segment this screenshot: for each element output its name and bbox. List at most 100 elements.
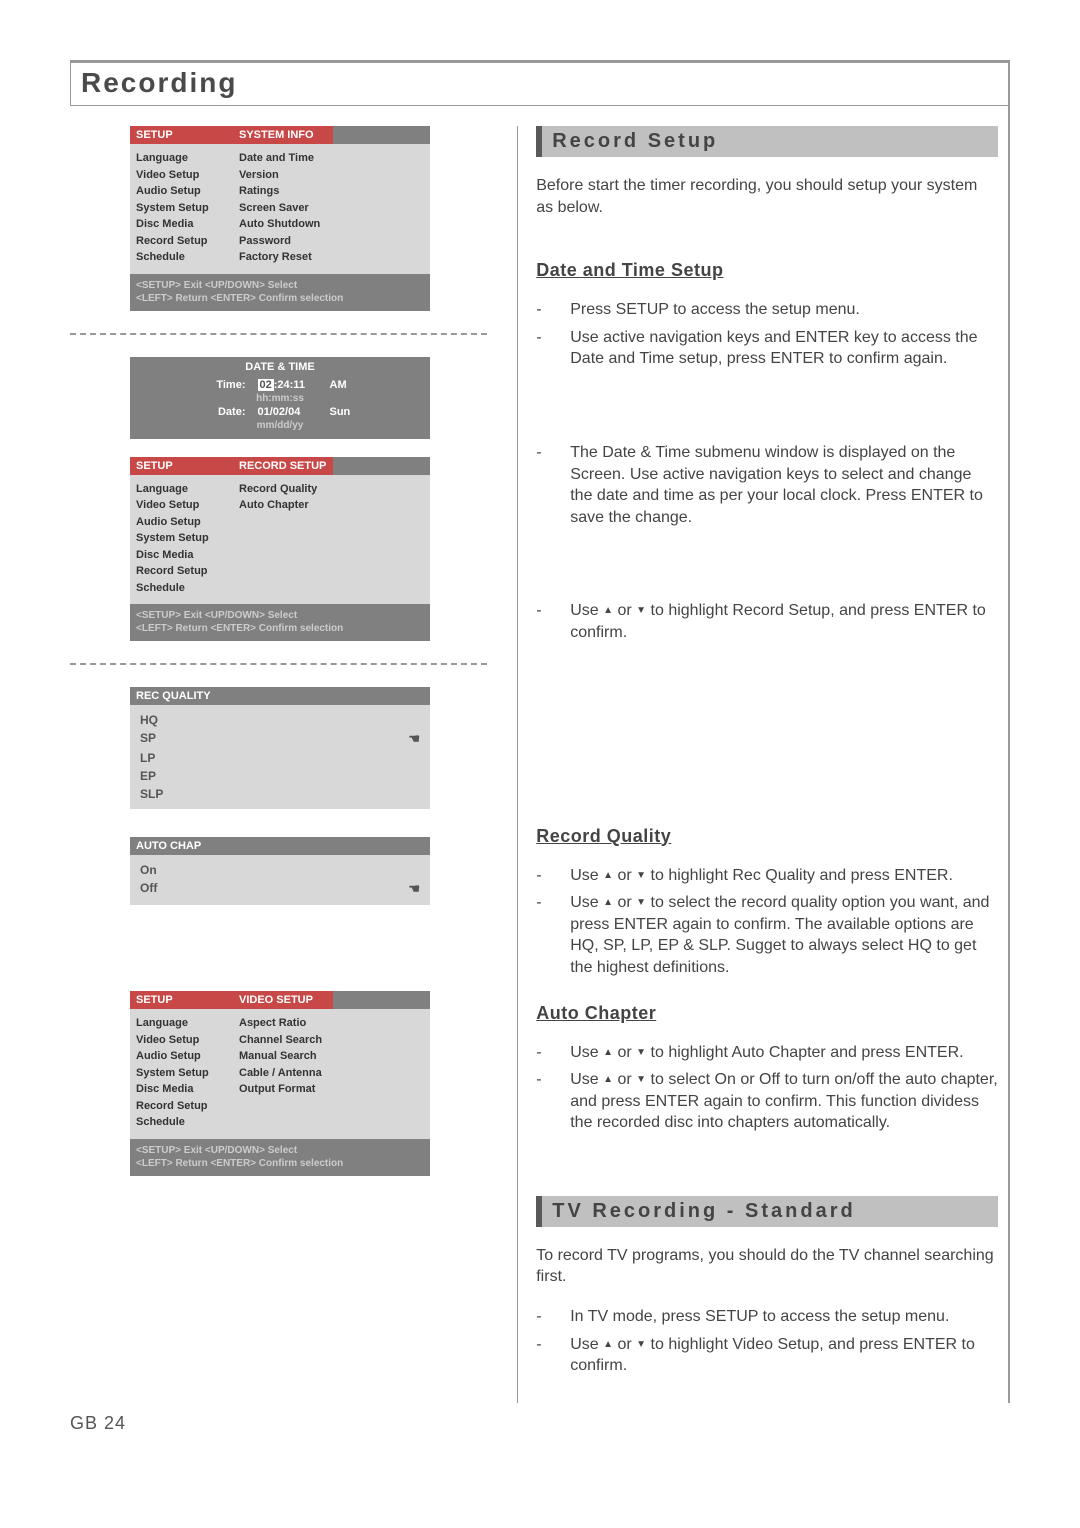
rec-quality-item: HQ [140,713,158,727]
left-column: SETUP SYSTEM INFO Language Video Setup A… [70,126,487,1403]
date-time-bullets-2: The Date & Time submenu window is displa… [536,442,998,534]
dashed-separator [70,333,487,335]
menu-item: Language [136,1015,227,1032]
menu-item: Record Setup [136,563,227,580]
record-setup-heading-bar: Record Setup [536,126,998,157]
record-quality-heading: Record Quality [536,826,998,847]
menu-footer-line: <LEFT> Return <ENTER> Confirm selection [136,622,424,635]
menu-item: Record Setup [136,1098,227,1115]
text: or [613,894,636,911]
text: or [613,1071,636,1088]
setup-system-info-menu: SETUP SYSTEM INFO Language Video Setup A… [130,126,430,311]
time-rest: :24:11 [274,379,305,391]
content-frame: Recording SETUP SYSTEM INFO Language Vid… [70,60,1010,1403]
auto-chap-item: Off [140,881,157,897]
menu-item: Disc Media [136,547,227,564]
datetime-header: DATE & TIME [130,357,430,377]
date-label: Date: [201,406,246,418]
text: to highlight Rec Quality and press ENTER… [646,867,953,884]
menu-item: Output Format [239,1081,424,1098]
menu-item: Ratings [239,183,424,200]
rec-quality-item: SP [140,731,156,747]
setup-record-setup-menu: SETUP RECORD SETUP Language Video Setup … [130,457,430,642]
text: or [613,602,636,619]
text: to highlight Auto Chapter and press ENTE… [646,1044,964,1061]
date-time-bullets: Press SETUP to access the setup menu. Us… [536,299,998,376]
text: Use [570,602,603,619]
page-number: GB 24 [70,1413,1010,1434]
bullet-item: In TV mode, press SETUP to access the se… [536,1306,998,1328]
record-quality-bullets: Use or to highlight Rec Quality and pres… [536,865,998,985]
menu-item: Disc Media [136,216,227,233]
menu-item: Date and Time [239,150,424,167]
menu-header-setup: SETUP [130,457,233,475]
time-ampm: AM [330,379,360,391]
down-arrow-icon [636,867,646,884]
menu-item: Video Setup [136,497,227,514]
record-setup-heading: Record Setup [542,126,998,157]
text: or [613,1336,636,1353]
auto-chap-box: AUTO CHAP On Off [130,837,430,905]
down-arrow-icon [636,1336,646,1353]
auto-chap-header: AUTO CHAP [130,837,430,855]
up-arrow-icon [603,1044,613,1061]
menu-header-record-setup: RECORD SETUP [233,457,333,475]
bullet-item: Press SETUP to access the setup menu. [536,299,998,321]
bullet-item: Use or to highlight Record Setup, and pr… [536,600,998,643]
two-column-layout: SETUP SYSTEM INFO Language Video Setup A… [70,106,1008,1403]
menu-item: Language [136,481,227,498]
menu-item: Record Setup [136,233,227,250]
time-label: Time: [201,379,246,391]
menu-item: Screen Saver [239,200,424,217]
tv-recording-heading: TV Recording - Standard [542,1196,998,1227]
setup-items: Language Video Setup Audio Setup System … [130,144,233,274]
time-format: hh:mm:ss [130,393,430,404]
record-setup-nav-bullet: Use or to highlight Record Setup, and pr… [536,600,998,649]
menu-item: Record Quality [239,481,424,498]
menu-item: Video Setup [136,167,227,184]
down-arrow-icon [636,1044,646,1061]
rec-quality-header: REC QUALITY [130,687,430,705]
menu-footer-line: <SETUP> Exit <UP/DOWN> Select [136,279,424,292]
menu-item: Audio Setup [136,1048,227,1065]
system-info-items: Date and Time Version Ratings Screen Sav… [233,144,430,274]
up-arrow-icon [603,1336,613,1353]
menu-footer-line: <SETUP> Exit <UP/DOWN> Select [136,1144,424,1157]
up-arrow-icon [603,1071,613,1088]
rec-quality-item: LP [140,751,155,765]
menu-item: Schedule [136,1114,227,1131]
tv-recording-bullets: In TV mode, press SETUP to access the se… [536,1306,998,1383]
menu-item: Password [239,233,424,250]
menu-item: System Setup [136,200,227,217]
record-setup-items: Record Quality Auto Chapter [233,475,430,605]
text: Use [570,894,603,911]
setup-items: Language Video Setup Audio Setup System … [130,1009,233,1139]
up-arrow-icon [603,894,613,911]
auto-chapter-heading: Auto Chapter [536,1003,998,1024]
menu-item: System Setup [136,530,227,547]
bullet-item: Use or to highlight Rec Quality and pres… [536,865,998,887]
up-arrow-icon [603,602,613,619]
menu-item: Factory Reset [239,249,424,266]
down-arrow-icon [636,1071,646,1088]
pointer-icon [408,731,420,747]
menu-footer-line: <SETUP> Exit <UP/DOWN> Select [136,609,424,622]
menu-header-setup: SETUP [130,126,233,144]
menu-item: System Setup [136,1065,227,1082]
menu-item: Version [239,167,424,184]
pointer-icon [408,881,420,897]
menu-item: Auto Shutdown [239,216,424,233]
menu-item: Video Setup [136,1032,227,1049]
date-time-setup-heading: Date and Time Setup [536,260,998,281]
menu-header-setup: SETUP [130,991,233,1009]
menu-footer-line: <LEFT> Return <ENTER> Confirm selection [136,292,424,305]
text: Use [570,1044,603,1061]
menu-item: Disc Media [136,1081,227,1098]
menu-header-system-info: SYSTEM INFO [233,126,333,144]
menu-item: Audio Setup [136,183,227,200]
menu-item: Schedule [136,580,227,597]
tv-recording-heading-bar: TV Recording - Standard [536,1196,998,1227]
manual-page: Recording SETUP SYSTEM INFO Language Vid… [0,0,1080,1474]
page-title: Recording [70,62,1010,106]
text: Use [570,1336,603,1353]
